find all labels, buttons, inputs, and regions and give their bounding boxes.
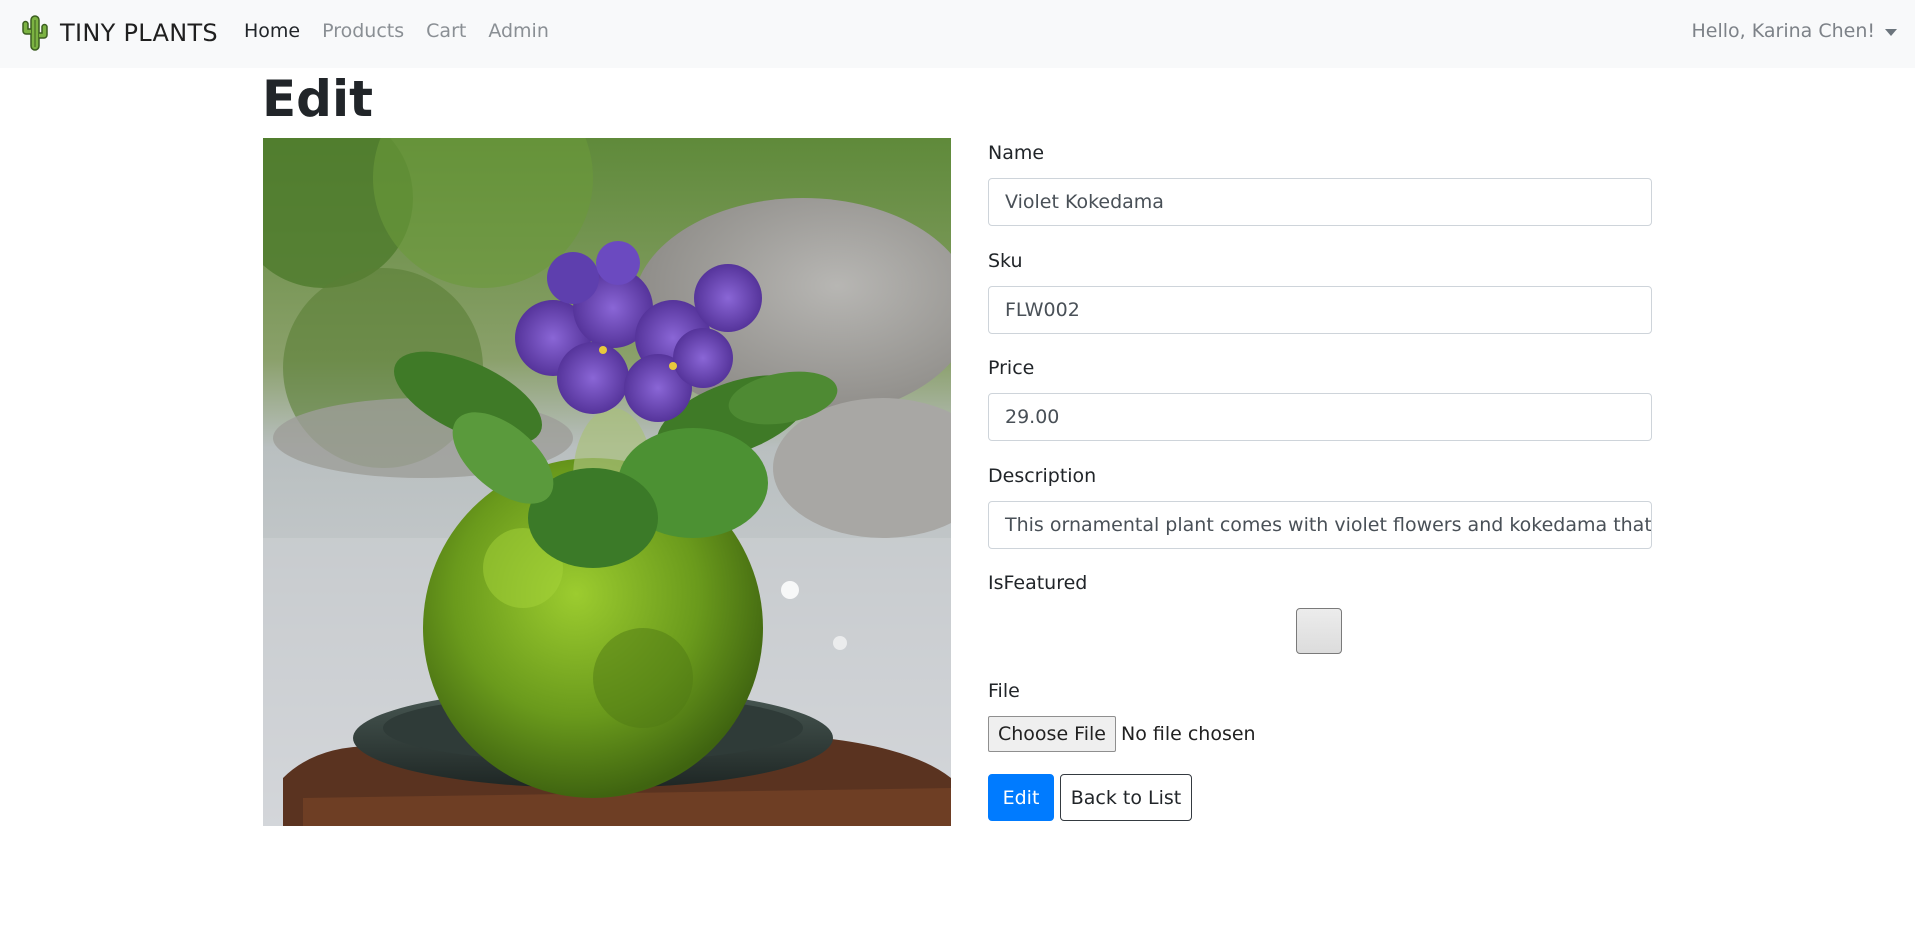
sku-label: Sku — [988, 250, 1023, 272]
file-status: No file chosen — [1120, 723, 1256, 745]
nav-home[interactable]: Home — [244, 20, 300, 42]
name-label: Name — [988, 142, 1045, 164]
brand[interactable]: TINY PLANTS — [20, 14, 218, 52]
main-nav: Home Products Cart Admin — [244, 20, 549, 42]
cactus-icon — [22, 15, 48, 51]
user-greeting: Hello, Karina Chen! — [1691, 20, 1875, 42]
product-photo — [263, 138, 951, 826]
price-input[interactable]: 29.00 — [988, 393, 1652, 441]
edit-submit-button[interactable]: Edit — [988, 774, 1054, 821]
brand-name: TINY PLANTS — [60, 19, 218, 47]
nav-products[interactable]: Products — [322, 20, 404, 42]
back-to-list-button[interactable]: Back to List — [1060, 774, 1192, 821]
nav-admin[interactable]: Admin — [488, 20, 549, 42]
choose-file-button[interactable]: Choose File — [988, 716, 1116, 752]
is-featured-label: IsFeatured — [988, 572, 1088, 594]
page-title: Edit — [262, 70, 373, 128]
user-menu-dropdown[interactable]: Hello, Karina Chen! — [1692, 20, 1897, 42]
file-label: File — [988, 680, 1020, 702]
description-input[interactable]: This ornamental plant comes with violet … — [988, 501, 1652, 549]
is-featured-checkbox[interactable] — [1296, 608, 1342, 654]
nav-cart[interactable]: Cart — [426, 20, 466, 42]
sku-input[interactable]: FLW002 — [988, 286, 1652, 334]
description-label: Description — [988, 465, 1097, 487]
top-navbar: TINY PLANTS Home Products Cart Admin Hel… — [0, 0, 1915, 68]
file-picker: Choose File No file chosen — [988, 716, 1256, 752]
chevron-down-icon — [1885, 28, 1897, 36]
name-input[interactable]: Violet Kokedama — [988, 178, 1652, 226]
product-image — [263, 138, 951, 826]
price-label: Price — [988, 357, 1035, 379]
